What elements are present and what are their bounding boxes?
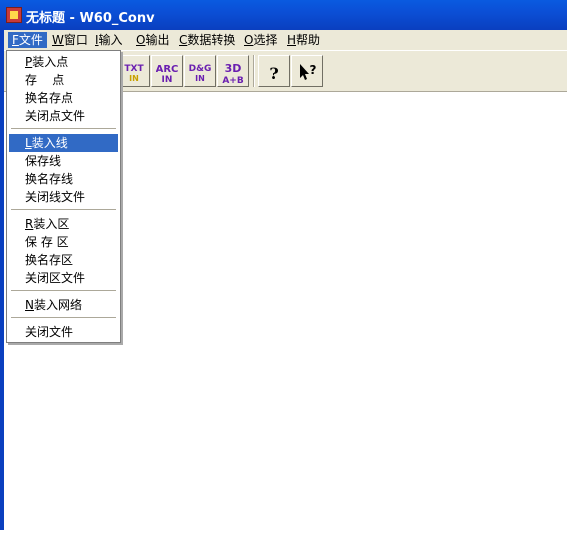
menu-item-close-regions-file[interactable]: 关闭区文件 [9, 269, 118, 287]
svg-text:?: ? [269, 64, 278, 82]
menu-item-close-lines-file[interactable]: 关闭线文件 [9, 188, 118, 206]
app-icon[interactable] [6, 7, 22, 23]
menu-separator [11, 290, 116, 292]
txt-in-button[interactable]: TXT IN [118, 55, 150, 87]
svg-text:3D: 3D [225, 62, 242, 75]
menu-separator [11, 128, 116, 130]
file-menu-dropdown: P装入点 存 点 换名存点 关闭点文件 L装入线 保存线 换名存线 关闭线文件 … [6, 50, 121, 343]
menu-item-save-regions[interactable]: 保 存 区 [9, 233, 118, 251]
window-frame [0, 30, 4, 530]
menu-separator [11, 209, 116, 211]
svg-text:IN: IN [129, 74, 139, 82]
window-title: 无标题 - W60_Conv [26, 11, 155, 26]
svg-text:?: ? [310, 63, 317, 77]
menu-item-save-lines[interactable]: 保存线 [9, 152, 118, 170]
svg-text:ARC: ARC [156, 64, 178, 75]
menu-item-save-points[interactable]: 存 点 [9, 71, 118, 89]
menu-item-save-regions-as[interactable]: 换名存区 [9, 251, 118, 269]
title-bar: 无标题 - W60_Conv [0, 0, 567, 30]
menu-item-close-file[interactable]: 关闭文件 [9, 323, 118, 341]
context-help-button[interactable]: ? [291, 55, 323, 87]
menu-window[interactable]: W窗口 [48, 32, 92, 48]
3d-a-b-icon: 3D A+B [222, 62, 244, 84]
arc-in-icon: ARC IN [156, 64, 178, 84]
menu-item-load-regions[interactable]: R装入区 [9, 215, 118, 233]
arc-in-button[interactable]: ARC IN [151, 55, 183, 87]
menu-item-load-points[interactable]: P装入点 [9, 53, 118, 71]
svg-text:D&G: D&G [189, 64, 211, 74]
dcg-in-icon: D&G IN [189, 64, 211, 82]
menu-item-load-lines[interactable]: L装入线 [9, 134, 118, 152]
svg-text:IN: IN [162, 75, 173, 84]
dcg-in-button[interactable]: D&G IN [184, 55, 216, 87]
pointer-help-icon: ? [300, 63, 317, 80]
toolbar-separator [253, 55, 255, 87]
help-button[interactable]: ? [258, 55, 290, 87]
menu-file[interactable]: F文件 [8, 32, 47, 48]
menu-item-save-points-as[interactable]: 换名存点 [9, 89, 118, 107]
txt-in-icon: TXT IN [124, 64, 144, 82]
3d-a-b-button[interactable]: 3D A+B [217, 55, 249, 87]
svg-text:IN: IN [195, 74, 205, 82]
menu-bar: F文件 W窗口 I输入 O输出 C数据转换 O选择 H帮助 [0, 30, 567, 50]
menu-output[interactable]: O输出 [132, 32, 173, 48]
question-mark-icon: ? [269, 64, 278, 82]
menu-select[interactable]: O选择 [240, 32, 281, 48]
menu-item-close-points-file[interactable]: 关闭点文件 [9, 107, 118, 125]
svg-text:A+B: A+B [222, 76, 244, 84]
menu-help[interactable]: H帮助 [283, 32, 324, 48]
svg-text:TXT: TXT [124, 64, 144, 74]
menu-data-convert[interactable]: C数据转换 [175, 32, 239, 48]
menu-separator [11, 317, 116, 319]
menu-item-load-network[interactable]: N装入网络 [9, 296, 118, 314]
menu-item-save-lines-as[interactable]: 换名存线 [9, 170, 118, 188]
menu-input[interactable]: I输入 [91, 32, 127, 48]
